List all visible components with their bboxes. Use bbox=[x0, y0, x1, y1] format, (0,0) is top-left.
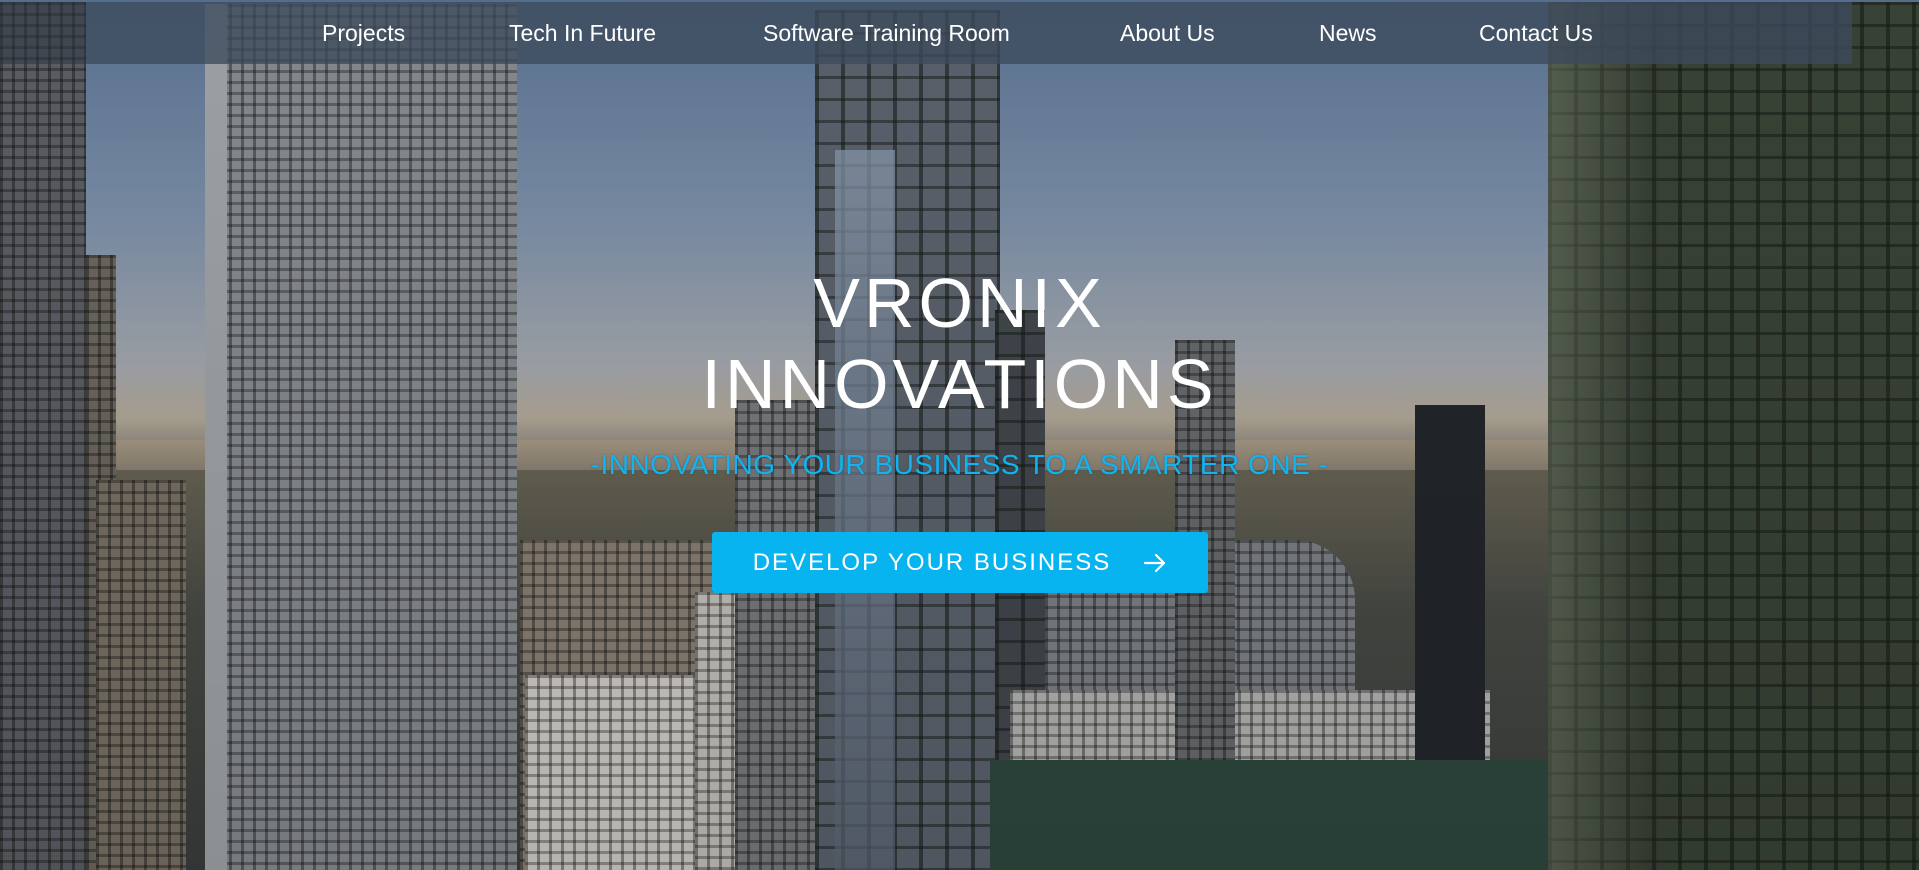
nav-item-contact-us[interactable]: Contact Us bbox=[1479, 20, 1593, 47]
nav-left-shade bbox=[0, 2, 86, 64]
cta-label: DEVELOP YOUR BUSINESS bbox=[752, 548, 1112, 576]
nav-item-news[interactable]: News bbox=[1319, 20, 1377, 47]
brand-title-line1: VRONIX bbox=[813, 264, 1106, 342]
brand-title-line2: INNOVATIONS bbox=[701, 345, 1218, 423]
nav-item-projects[interactable]: Projects bbox=[322, 20, 405, 47]
city-skyline-background bbox=[0, 0, 1919, 870]
nav-item-about-us[interactable]: About Us bbox=[1120, 20, 1215, 47]
main-navigation: Projects Tech In Future Software Trainin… bbox=[86, 2, 1852, 64]
hero-tagline: -INNOVATING YOUR BUSINESS TO A SMARTER O… bbox=[590, 449, 1329, 480]
arrow-right-icon bbox=[1144, 553, 1166, 572]
nav-item-tech-in-future[interactable]: Tech In Future bbox=[509, 20, 656, 47]
nav-list: Projects Tech In Future Software Trainin… bbox=[86, 2, 1852, 64]
hero-section: Projects Tech In Future Software Trainin… bbox=[0, 0, 1919, 870]
nav-item-software-training-room[interactable]: Software Training Room bbox=[763, 20, 1010, 47]
develop-business-button[interactable]: DEVELOP YOUR BUSINESS bbox=[712, 532, 1208, 593]
